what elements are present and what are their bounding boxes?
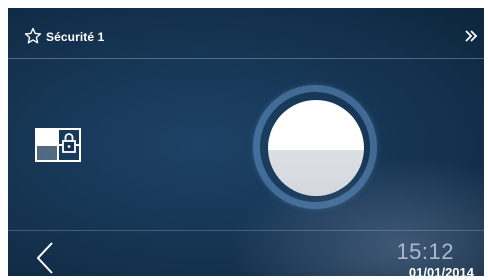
clock-time: 15:12 <box>396 239 454 264</box>
window-lock-icon[interactable] <box>35 128 81 162</box>
footer-divider <box>8 230 484 231</box>
chevron-left-icon[interactable] <box>34 241 56 275</box>
double-chevron-right-icon[interactable] <box>463 28 479 44</box>
screen: Sécurité 1 15:12 01/01/2014 <box>8 8 484 280</box>
clock-date: 01/01/2014 <box>408 265 474 280</box>
header-divider <box>8 58 484 59</box>
star-icon[interactable] <box>24 27 42 45</box>
device-frame: Sécurité 1 15:12 01/01/2014 <box>0 0 488 280</box>
page-title: Sécurité 1 <box>46 30 105 44</box>
round-toggle-button[interactable] <box>268 100 364 196</box>
header-bar: Sécurité 1 <box>8 8 484 58</box>
